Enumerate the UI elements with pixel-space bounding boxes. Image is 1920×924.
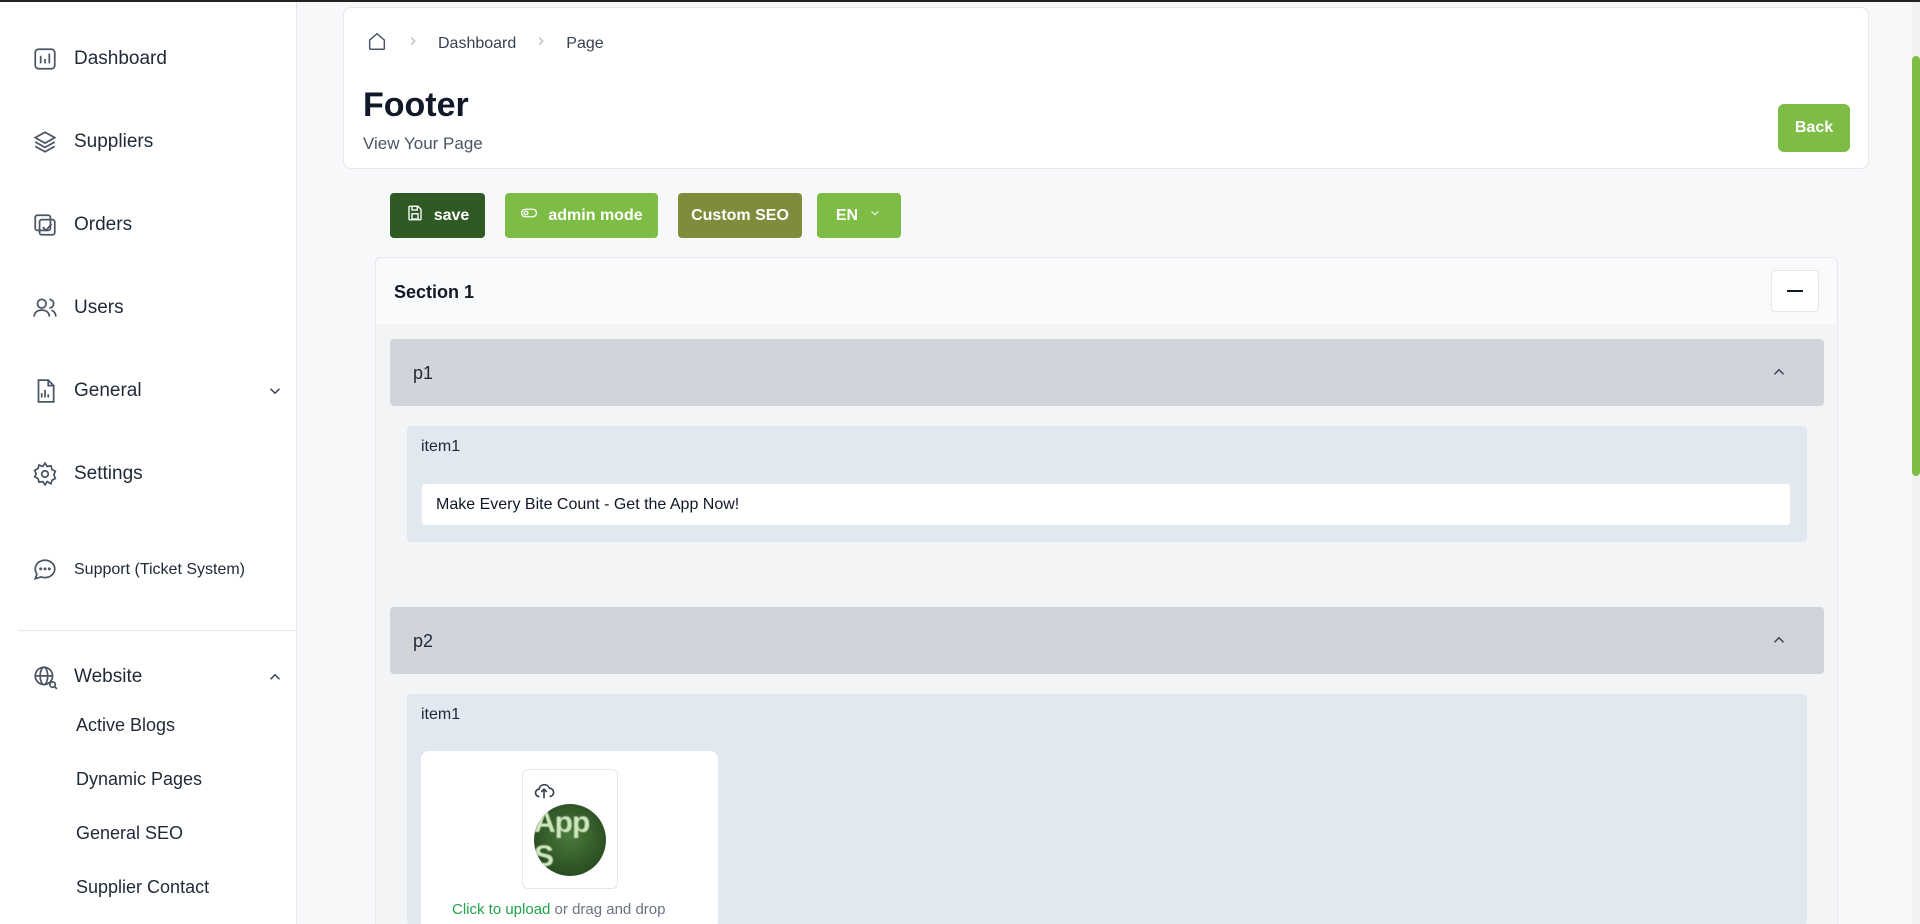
panel-header-p2[interactable]: p2	[390, 607, 1824, 674]
breadcrumb-page: Page	[566, 34, 604, 52]
app-image-thumbnail: App S	[534, 804, 606, 876]
sidebar-item-settings[interactable]: Settings	[30, 459, 143, 489]
sidebar-subitem-dynamic-pages[interactable]: Dynamic Pages	[76, 769, 202, 790]
sidebar-item-general[interactable]: General	[30, 376, 282, 406]
sidebar-item-support[interactable]: Support (Ticket System)	[30, 555, 245, 585]
upload-hint-rest: or drag and drop	[550, 901, 666, 918]
page-title: Footer	[363, 86, 469, 124]
gear-icon	[30, 459, 60, 489]
sidebar-item-label: Support (Ticket System)	[74, 561, 246, 578]
sidebar-item-label: Website	[74, 666, 143, 687]
item-label: item1	[421, 438, 461, 455]
image-preview: App S	[522, 769, 618, 889]
sidebar-item-label: Users	[74, 297, 124, 318]
item-label: item1	[421, 706, 461, 723]
click-to-upload-link[interactable]: Click to upload	[452, 901, 550, 918]
report-icon	[30, 376, 60, 406]
page-subtitle: View Your Page	[363, 134, 483, 153]
section-card: Section 1 p1 item1 Make Every Bite Count…	[375, 257, 1838, 924]
sidebar-item-label: General	[74, 380, 142, 401]
save-button[interactable]: save	[390, 193, 485, 238]
admin-mode-label: admin mode	[548, 206, 643, 224]
sidebar-item-users[interactable]: Users	[30, 293, 124, 323]
panel-header-p1[interactable]: p1	[390, 339, 1824, 406]
custom-seo-button[interactable]: Custom SEO	[678, 193, 802, 238]
sidebar-item-website[interactable]: Website	[30, 662, 282, 692]
chevron-up-icon	[266, 668, 284, 686]
sidebar-item-dashboard[interactable]: Dashboard	[30, 44, 167, 74]
upload-cloud-icon	[533, 780, 555, 807]
admin-mode-button[interactable]: admin mode	[505, 193, 658, 238]
language-label: EN	[835, 206, 859, 224]
home-icon[interactable]	[366, 30, 388, 57]
item-text-input[interactable]: Make Every Bite Count - Get the App Now!	[421, 483, 1791, 526]
chevron-right-icon	[534, 34, 548, 53]
toggle-icon	[520, 204, 538, 227]
sidebar-subitem-supplier-contact[interactable]: Supplier Contact	[76, 877, 209, 898]
section-header: Section 1	[376, 258, 1837, 324]
sidebar-divider	[18, 630, 297, 631]
globe-icon	[30, 662, 60, 692]
save-label: save	[433, 206, 470, 224]
chevron-down-icon	[266, 382, 284, 400]
sidebar-item-orders[interactable]: Orders	[30, 210, 132, 240]
sidebar-item-suppliers[interactable]: Suppliers	[30, 127, 153, 157]
breadcrumb-dashboard[interactable]: Dashboard	[438, 35, 516, 53]
item-box: item1 App S Click to upload or drag and …	[407, 694, 1807, 924]
users-icon	[30, 293, 60, 323]
scrollbar-thumb[interactable]	[1912, 56, 1920, 476]
back-button[interactable]: Back	[1778, 104, 1850, 152]
sidebar-subitem-general-seo[interactable]: General SEO	[76, 823, 183, 844]
sidebar-subitem-active-blogs[interactable]: Active Blogs	[76, 715, 175, 736]
sidebar: Dashboard Suppliers Orders Users General…	[0, 2, 297, 924]
image-upload-dropzone[interactable]: App S Click to upload or drag and drop	[421, 751, 718, 924]
panel-body-p2: item1 App S Click to upload or drag and …	[390, 674, 1824, 924]
app-image-text: App S	[534, 806, 590, 873]
chevron-right-icon	[406, 34, 420, 53]
chevron-up-icon	[1770, 363, 1788, 386]
save-icon	[406, 204, 424, 227]
collapse-section-button[interactable]	[1771, 270, 1819, 312]
section-title: Section 1	[394, 282, 475, 302]
item-box: item1 Make Every Bite Count - Get the Ap…	[407, 426, 1807, 542]
chevron-up-icon	[1770, 631, 1788, 654]
order-check-icon	[30, 210, 60, 240]
sidebar-item-label: Settings	[74, 463, 143, 484]
sidebar-item-label: Dashboard	[74, 48, 167, 69]
upload-hint: Click to upload or drag and drop	[452, 901, 665, 918]
breadcrumb: Dashboard Page	[366, 30, 604, 57]
minus-icon	[1787, 290, 1803, 292]
sidebar-item-label: Suppliers	[74, 131, 154, 152]
chart-bar-icon	[30, 44, 60, 74]
panel-label: p1	[413, 363, 434, 383]
chevron-down-icon	[868, 206, 882, 225]
language-select[interactable]: EN	[817, 193, 901, 238]
page-header: Dashboard Page Footer View Your Page Bac…	[343, 7, 1869, 169]
chat-bubble-icon	[30, 555, 60, 585]
layers-icon	[30, 127, 60, 157]
panel-body-p1: item1 Make Every Bite Count - Get the Ap…	[390, 406, 1824, 542]
sidebar-item-label: Orders	[74, 214, 133, 235]
panel-label: p2	[413, 631, 434, 651]
